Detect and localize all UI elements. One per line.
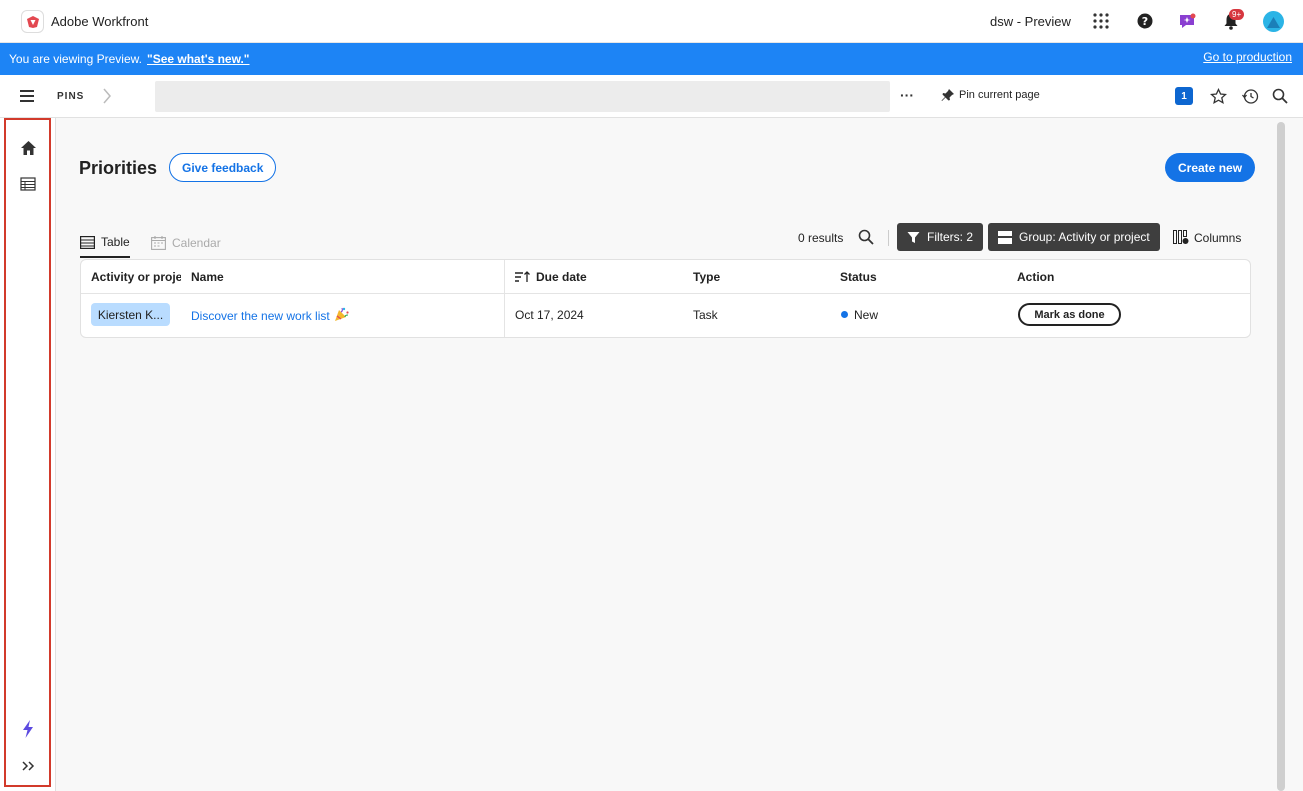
type-cell: Task [693, 308, 718, 322]
go-to-production-link[interactable]: Go to production [1203, 50, 1292, 64]
environment-label[interactable]: dsw - Preview [990, 14, 1071, 29]
hamburger-menu-icon[interactable] [20, 89, 34, 107]
task-name-label: Discover the new work list [191, 309, 330, 323]
party-popper-icon [335, 307, 349, 321]
columns-icon [1173, 230, 1189, 244]
left-navigation-rail [4, 118, 51, 787]
filters-label: Filters: 2 [927, 230, 974, 244]
see-whats-new-link[interactable]: "See what's new." [147, 52, 250, 66]
mark-as-done-button[interactable]: Mark as done [1018, 303, 1121, 326]
pins-label[interactable]: PINS [57, 91, 84, 102]
task-name-link[interactable]: Discover the new work list [191, 306, 350, 323]
group-button[interactable]: Group: Activity or project [988, 223, 1160, 251]
pinned-breadcrumb-area [155, 81, 890, 112]
more-options-button[interactable]: ··· [900, 87, 914, 103]
table-list-icon[interactable] [18, 174, 38, 194]
column-header-status[interactable]: Status [840, 270, 877, 284]
top-bar: Adobe Workfront dsw - Preview ? 9+ [0, 0, 1303, 43]
toolbar-divider [888, 230, 889, 246]
star-icon[interactable] [1209, 87, 1228, 110]
pin-icon [941, 89, 954, 101]
column-header-name[interactable]: Name [191, 270, 224, 284]
due-date-cell: Oct 17, 2024 [515, 308, 584, 322]
search-icon[interactable] [1272, 88, 1288, 109]
preview-banner-text: You are viewing Preview. [9, 52, 142, 66]
table-icon [80, 235, 95, 249]
filters-button[interactable]: Filters: 2 [897, 223, 984, 251]
results-count: 0 results [798, 231, 844, 245]
app-logo-icon[interactable] [21, 10, 44, 33]
status-dot-icon [841, 311, 848, 318]
history-icon[interactable] [1241, 88, 1259, 110]
filter-icon [907, 231, 920, 243]
columns-button[interactable]: Columns [1173, 230, 1241, 245]
calendar-icon [151, 236, 166, 250]
tab-calendar-label: Calendar [172, 236, 221, 250]
activity-project-pill[interactable]: Kiersten K... [91, 303, 170, 326]
group-icon [998, 230, 1012, 244]
give-feedback-button[interactable]: Give feedback [169, 153, 277, 182]
group-label: Group: Activity or project [1019, 230, 1150, 244]
expand-rail-icon[interactable] [18, 756, 38, 776]
column-header-activity[interactable]: Activity or projec [91, 270, 181, 284]
columns-label: Columns [1194, 230, 1242, 245]
app-title: Adobe Workfront [51, 14, 149, 29]
pin-current-page-label: Pin current page [959, 89, 1040, 101]
column-header-type[interactable]: Type [693, 270, 720, 284]
notification-badge: 9+ [1229, 9, 1245, 20]
page-title: Priorities [79, 158, 158, 178]
lightning-bolt-icon[interactable] [18, 719, 38, 739]
preview-banner: You are viewing Preview. "See what's new… [0, 43, 1303, 75]
svg-text:?: ? [1142, 15, 1148, 28]
priorities-table: Activity or projec Name Due date Type St… [80, 259, 1251, 338]
main-content: Priorities Give feedback Create new Tabl… [55, 118, 1303, 791]
announcements-icon[interactable] [1177, 11, 1197, 31]
tab-table-label: Table [101, 235, 130, 249]
count-badge[interactable]: 1 [1175, 87, 1193, 105]
help-icon[interactable]: ? [1135, 11, 1155, 31]
pin-current-page-button[interactable]: Pin current page [941, 88, 1040, 102]
home-icon[interactable] [18, 138, 38, 158]
status-cell: New [854, 308, 879, 322]
user-avatar[interactable] [1263, 11, 1284, 32]
header-divider [81, 293, 1250, 294]
vertical-scrollbar[interactable] [1277, 122, 1285, 791]
chevron-right-icon [102, 87, 112, 110]
secondary-nav-bar: PINS ··· Pin current page 1 [0, 75, 1303, 118]
table-search-icon[interactable] [858, 229, 874, 250]
tab-table[interactable]: Table [80, 228, 130, 258]
apps-grid-icon[interactable] [1091, 11, 1111, 31]
column-divider [504, 260, 505, 337]
tab-calendar[interactable]: Calendar [151, 228, 221, 258]
sort-ascending-icon[interactable] [515, 270, 530, 288]
column-header-due-date[interactable]: Due date [536, 270, 587, 284]
column-header-action: Action [1017, 270, 1055, 284]
create-new-button[interactable]: Create new [1165, 153, 1256, 182]
